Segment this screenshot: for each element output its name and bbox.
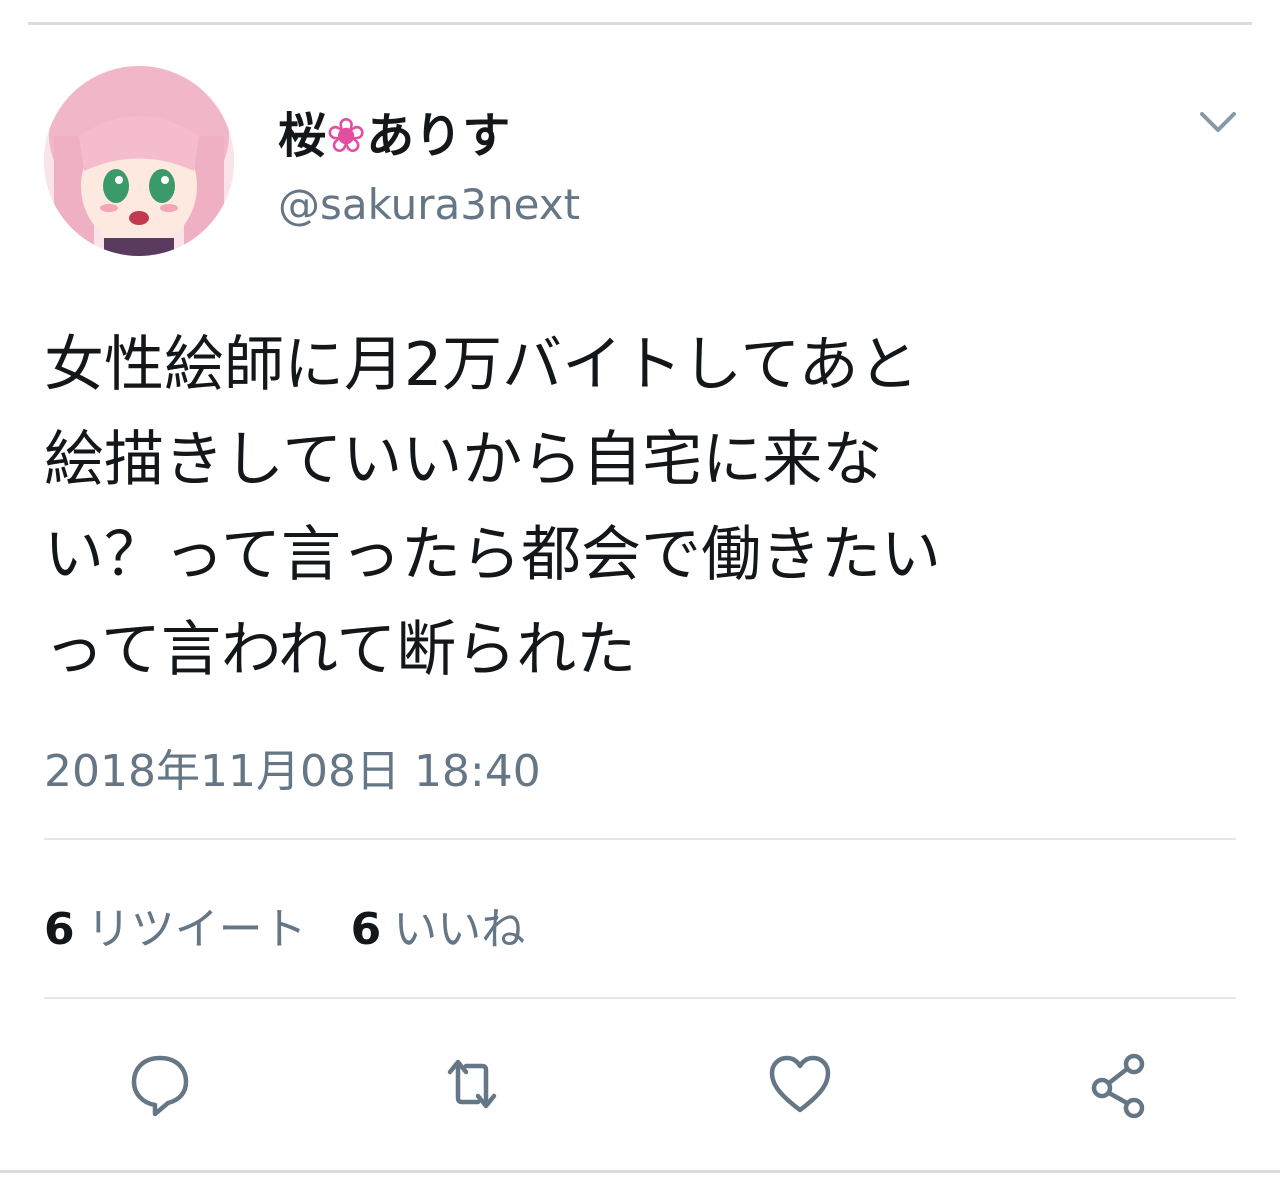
tweet-text-line: 絵描きしていいから自宅に来な — [44, 425, 883, 495]
share-button[interactable] — [1084, 1048, 1156, 1120]
retweet-button[interactable] — [436, 1048, 508, 1120]
avatar[interactable] — [44, 66, 234, 256]
retweet-label: リツイート — [86, 904, 307, 955]
display-name[interactable]: 桜❀ありす — [278, 96, 510, 166]
like-label: いいね — [393, 904, 526, 955]
bottom-divider — [0, 1170, 1280, 1173]
like-count: 6 — [350, 904, 382, 955]
heart-icon — [769, 1055, 831, 1113]
tweet-text-line: って言われて断られた — [44, 615, 637, 685]
tweet-text-line: い？って言ったら都会で働きたい — [44, 520, 941, 590]
retweet-stat[interactable]: 6 リツイート — [44, 904, 307, 955]
reply-bubble-icon — [131, 1055, 189, 1117]
tweet-text: 女性絵師に月2万バイトしてあと 絵描きしていいから自宅に来な い？って言ったら都… — [44, 318, 1244, 698]
retweet-count: 6 — [44, 904, 75, 955]
top-divider — [28, 22, 1252, 25]
engagement-stats: 6 リツイート 6 いいね — [44, 893, 569, 957]
avatar-image — [44, 66, 234, 256]
chevron-down-icon[interactable] — [1196, 104, 1240, 140]
username[interactable]: @sakura3next — [278, 180, 580, 229]
like-button[interactable] — [764, 1048, 836, 1120]
divider — [44, 997, 1236, 999]
reply-button[interactable] — [124, 1048, 196, 1120]
tweet-text-line: 女性絵師に月2万バイトしてあと — [44, 330, 919, 400]
retweet-icon — [447, 1059, 497, 1109]
divider — [44, 838, 1236, 840]
share-icon — [1091, 1053, 1145, 1118]
timestamp: 2018年11月08日 18:40 — [44, 746, 541, 797]
display-name-part1: 桜 — [278, 108, 327, 164]
display-name-flower: ❀ — [326, 108, 367, 164]
display-name-part2: ありす — [366, 108, 511, 164]
like-stat[interactable]: 6 いいね — [351, 904, 526, 955]
